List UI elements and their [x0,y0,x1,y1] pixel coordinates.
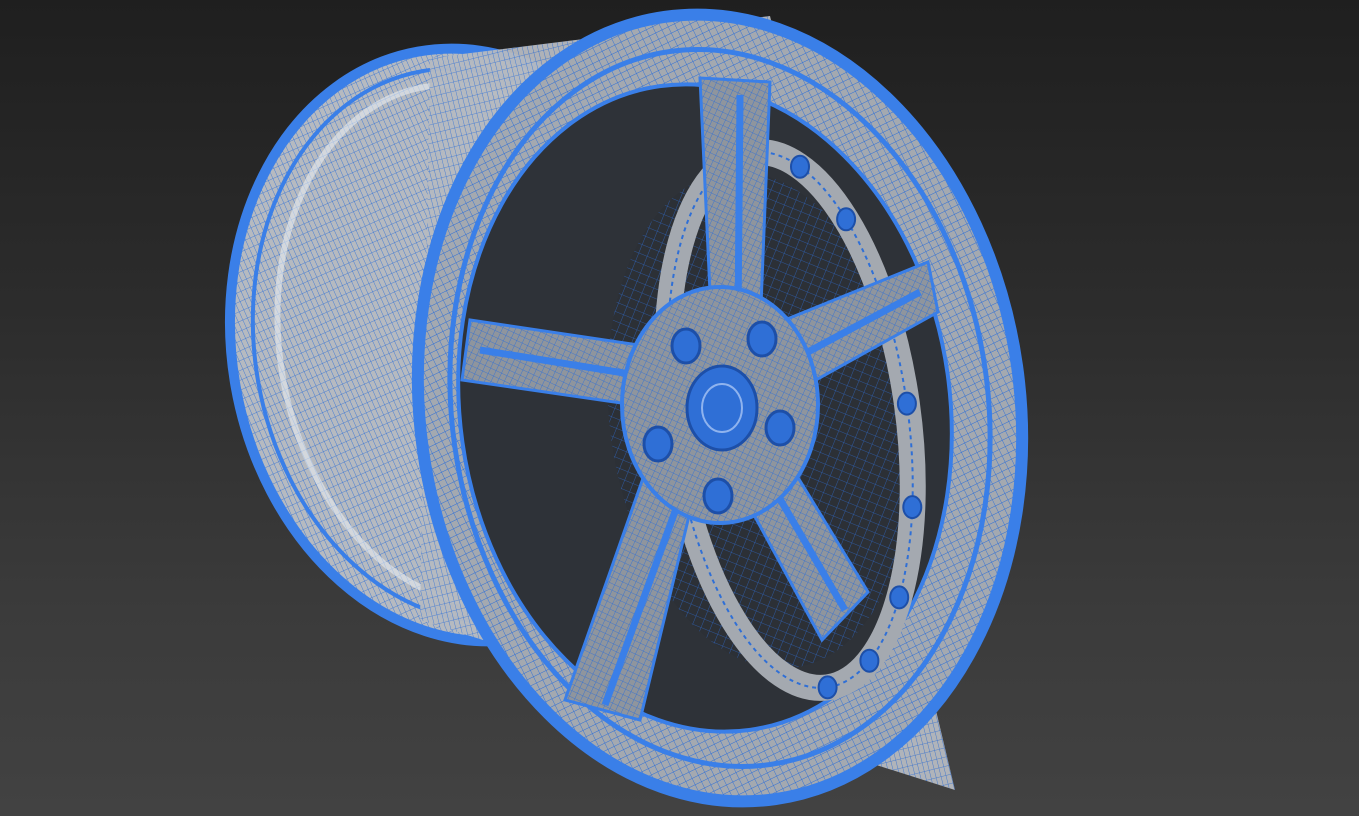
lug-hole [642,425,674,463]
rim-bolt [902,495,923,520]
lug-hole [702,477,734,515]
wheel-model[interactable] [0,0,1359,816]
lug-hole [764,409,796,447]
3d-viewport[interactable] [0,0,1359,816]
rim-bolt [790,154,810,179]
rim-bolt [817,675,838,700]
rim-bolt [889,585,910,610]
center-cap [685,364,759,452]
rim-bolt [859,648,880,673]
lug-hole [746,320,778,358]
rim-bolt [896,391,917,416]
lug-hole [670,327,702,365]
rim-bolt [836,207,857,232]
